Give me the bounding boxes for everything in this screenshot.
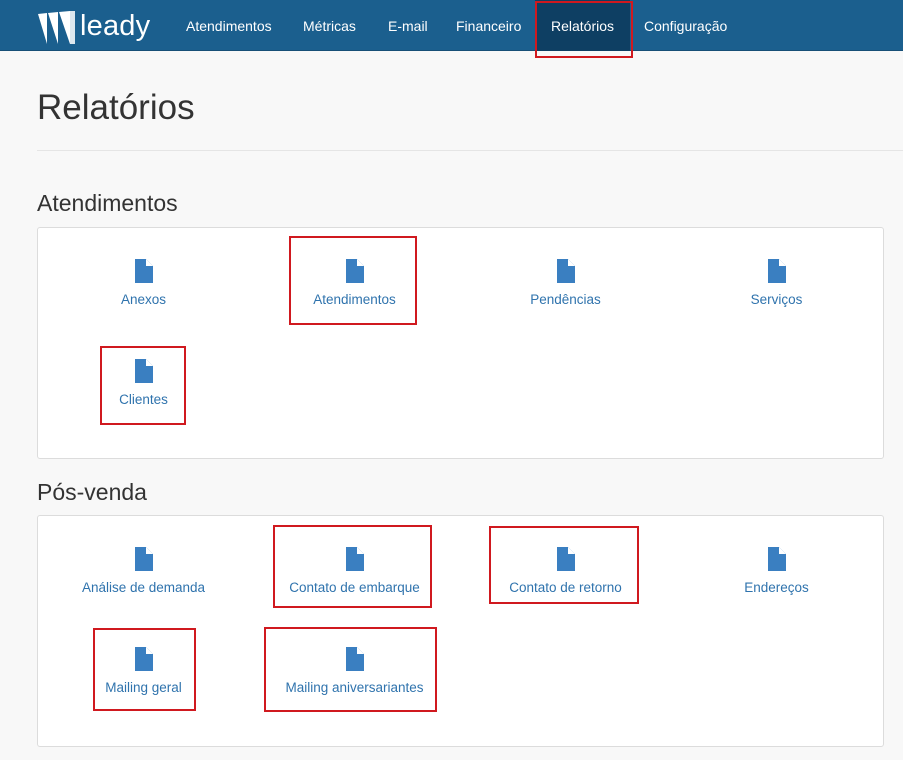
leady-logo-icon bbox=[38, 11, 75, 44]
file-icon bbox=[345, 547, 364, 571]
report-label: Anexos bbox=[120, 292, 167, 307]
file-icon bbox=[556, 547, 575, 571]
report-link-analise-de-demanda[interactable]: Análise de demanda bbox=[38, 547, 249, 595]
report-label: Mailing geral bbox=[105, 680, 182, 695]
file-icon bbox=[134, 547, 153, 571]
report-link-pendencias[interactable]: Pendências bbox=[460, 259, 671, 307]
report-link-mailing-aniversariantes[interactable]: Mailing aniversariantes bbox=[249, 647, 460, 695]
file-icon bbox=[134, 647, 153, 671]
file-icon bbox=[345, 647, 364, 671]
file-icon bbox=[767, 547, 786, 571]
report-label: Análise de demanda bbox=[81, 580, 206, 595]
report-link-enderecos[interactable]: Endereços bbox=[671, 547, 882, 595]
nav-relatorios[interactable]: Relatórios bbox=[535, 0, 631, 51]
report-link-servicos[interactable]: Serviços bbox=[671, 259, 882, 307]
file-icon bbox=[134, 359, 153, 383]
report-link-clientes[interactable]: Clientes bbox=[38, 359, 249, 407]
report-label: Endereços bbox=[744, 580, 809, 595]
report-label: Atendimentos bbox=[313, 292, 396, 307]
title-divider bbox=[37, 150, 903, 151]
report-link-anexos[interactable]: Anexos bbox=[38, 259, 249, 307]
report-label: Contato de embarque bbox=[289, 580, 420, 595]
section-title-pos-venda: Pós-venda bbox=[37, 479, 147, 505]
reports-panel-pos-venda: Análise de demanda Contato de embarque C… bbox=[37, 515, 884, 747]
nav-financeiro[interactable]: Financeiro bbox=[456, 0, 521, 51]
brand-name: leady bbox=[80, 10, 151, 42]
file-icon bbox=[345, 259, 364, 283]
top-navbar: leady Atendimentos Métricas E-mail Finan… bbox=[0, 0, 903, 51]
file-icon bbox=[556, 259, 575, 283]
file-icon bbox=[134, 259, 153, 283]
nav-email[interactable]: E-mail bbox=[388, 0, 428, 51]
section-title-atendimentos: Atendimentos bbox=[37, 190, 178, 216]
report-label: Clientes bbox=[119, 392, 168, 407]
report-link-contato-de-retorno[interactable]: Contato de retorno bbox=[460, 547, 671, 595]
nav-metricas[interactable]: Métricas bbox=[303, 0, 356, 51]
reports-panel-atendimentos: Anexos Atendimentos Pendências Serviços … bbox=[37, 227, 884, 459]
page-title: Relatórios bbox=[37, 88, 195, 127]
report-link-atendimentos[interactable]: Atendimentos bbox=[249, 259, 460, 307]
nav-atendimentos[interactable]: Atendimentos bbox=[186, 0, 272, 51]
report-label: Mailing aniversariantes bbox=[285, 680, 424, 695]
report-label: Pendências bbox=[530, 292, 601, 307]
report-link-mailing-geral[interactable]: Mailing geral bbox=[38, 647, 249, 695]
report-link-contato-de-embarque[interactable]: Contato de embarque bbox=[249, 547, 460, 595]
report-label: Contato de retorno bbox=[509, 580, 622, 595]
file-icon bbox=[767, 259, 786, 283]
nav-configuracao[interactable]: Configuração bbox=[644, 0, 727, 51]
report-label: Serviços bbox=[750, 292, 803, 307]
